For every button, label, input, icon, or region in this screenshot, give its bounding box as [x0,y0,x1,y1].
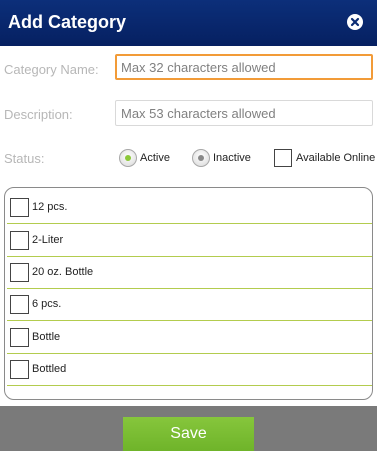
list-item-label: Bottled [32,363,67,375]
description-input[interactable]: Max 53 characters allowed [115,100,373,126]
close-icon[interactable] [347,14,363,30]
list-item-label: 12 pcs. [32,201,68,213]
list-item[interactable]: 2-Liter [5,224,372,256]
category-name-input[interactable]: Max 32 characters allowed [115,54,373,80]
dialog-header: Add Category [0,0,377,46]
status-label: Status: [4,151,45,166]
list-item-checkbox[interactable] [10,328,29,347]
status-active-label: Active [140,152,170,164]
list-item[interactable]: 20 oz. Bottle [5,256,372,288]
dialog-footer: Save [0,406,377,451]
list-item-label: Bottle [32,331,61,343]
list-item[interactable]: 6 pcs. [5,288,372,320]
status-inactive-radio[interactable] [192,149,210,167]
list-item[interactable]: Bottled [5,353,372,385]
category-item-list[interactable]: 12 pcs. 2-Liter 20 oz. Bottle 6 pcs. Bot… [4,187,373,400]
list-divider [7,385,372,386]
list-item-checkbox[interactable] [10,295,29,314]
dialog-title: Add Category [8,12,127,32]
status-inactive-label: Inactive [213,152,251,164]
category-name-label: Category Name: [4,62,99,77]
category-name-placeholder: Max 32 characters allowed [121,60,276,75]
list-item-checkbox[interactable] [10,360,29,379]
available-online-checkbox[interactable] [274,149,292,167]
save-button[interactable]: Save [123,417,254,451]
status-active-radio[interactable] [119,149,137,167]
description-placeholder: Max 53 characters allowed [121,106,276,121]
list-item-checkbox[interactable] [10,198,29,217]
description-label: Description: [4,107,73,122]
list-item-label: 20 oz. Bottle [32,266,94,278]
list-item-label: 6 pcs. [32,298,62,310]
available-online-label: Available Online [296,152,376,164]
list-item[interactable]: 12 pcs. [5,191,372,223]
list-item-checkbox[interactable] [10,263,29,282]
list-item-checkbox[interactable] [10,231,29,250]
list-item[interactable]: Bottle [5,321,372,353]
list-item-label: 2-Liter [32,234,64,246]
